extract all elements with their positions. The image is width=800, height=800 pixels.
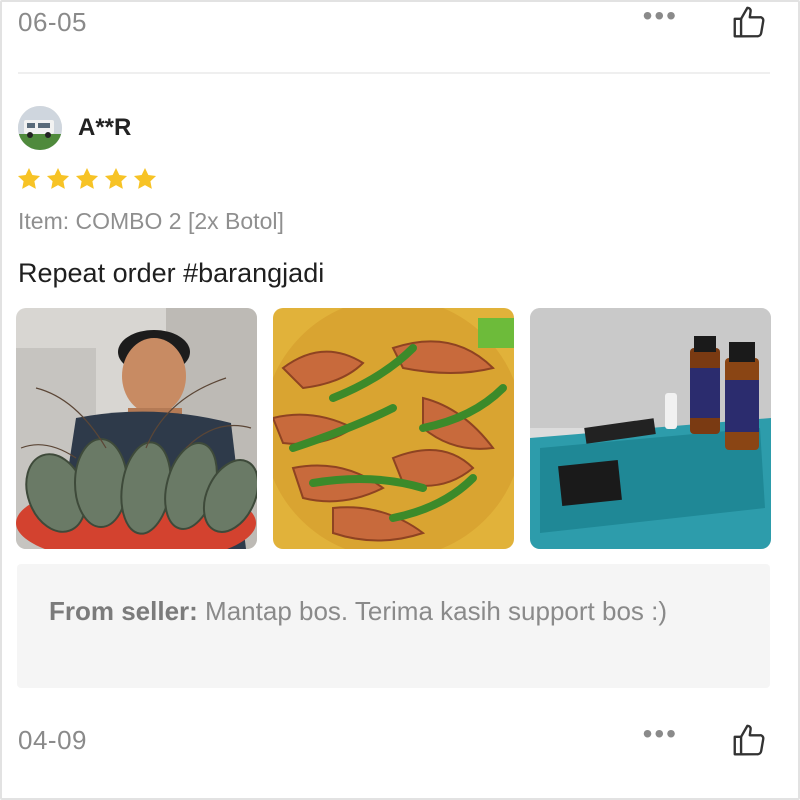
seller-reply-text: Mantap bos. Terima kasih support bos :) — [197, 596, 668, 626]
reviewer-name: A**R — [78, 114, 132, 141]
review-actions: ••• — [643, 720, 768, 759]
star-icon — [104, 167, 128, 189]
thumbs-up-icon[interactable] — [730, 3, 768, 41]
review-footer: 04-09 ••• — [18, 720, 768, 760]
more-dots-icon[interactable]: ••• — [643, 2, 678, 30]
bottles-on-cooler-box-photo[interactable] — [530, 308, 771, 549]
divider — [18, 72, 770, 74]
reviewer-header: A**R — [18, 106, 131, 150]
review-actions: ••• — [643, 2, 768, 41]
star-icon — [46, 167, 70, 189]
review-date: 04-09 — [18, 724, 87, 755]
review-date: 06-05 — [18, 6, 87, 37]
review-photos — [16, 308, 771, 549]
review-comment: Repeat order #barangjadi — [18, 258, 325, 288]
boy-holding-prawns-photo[interactable] — [16, 308, 257, 549]
purchased-variant: Item: COMBO 2 [2x Botol] — [18, 208, 284, 234]
avatar[interactable] — [18, 106, 62, 150]
seller-reply-label: From seller: — [49, 596, 198, 626]
star-icon — [17, 167, 41, 189]
seller-reply: From seller: Mantap bos. Terima kasih su… — [17, 564, 770, 688]
star-icon — [75, 167, 99, 189]
rating-stars — [16, 166, 158, 192]
cooked-prawn-curry-photo[interactable] — [273, 308, 514, 549]
more-dots-icon[interactable]: ••• — [643, 720, 678, 748]
thumbs-up-icon[interactable] — [730, 721, 768, 759]
previous-review-footer: 06-05 ••• — [18, 2, 768, 42]
star-icon — [133, 167, 157, 189]
